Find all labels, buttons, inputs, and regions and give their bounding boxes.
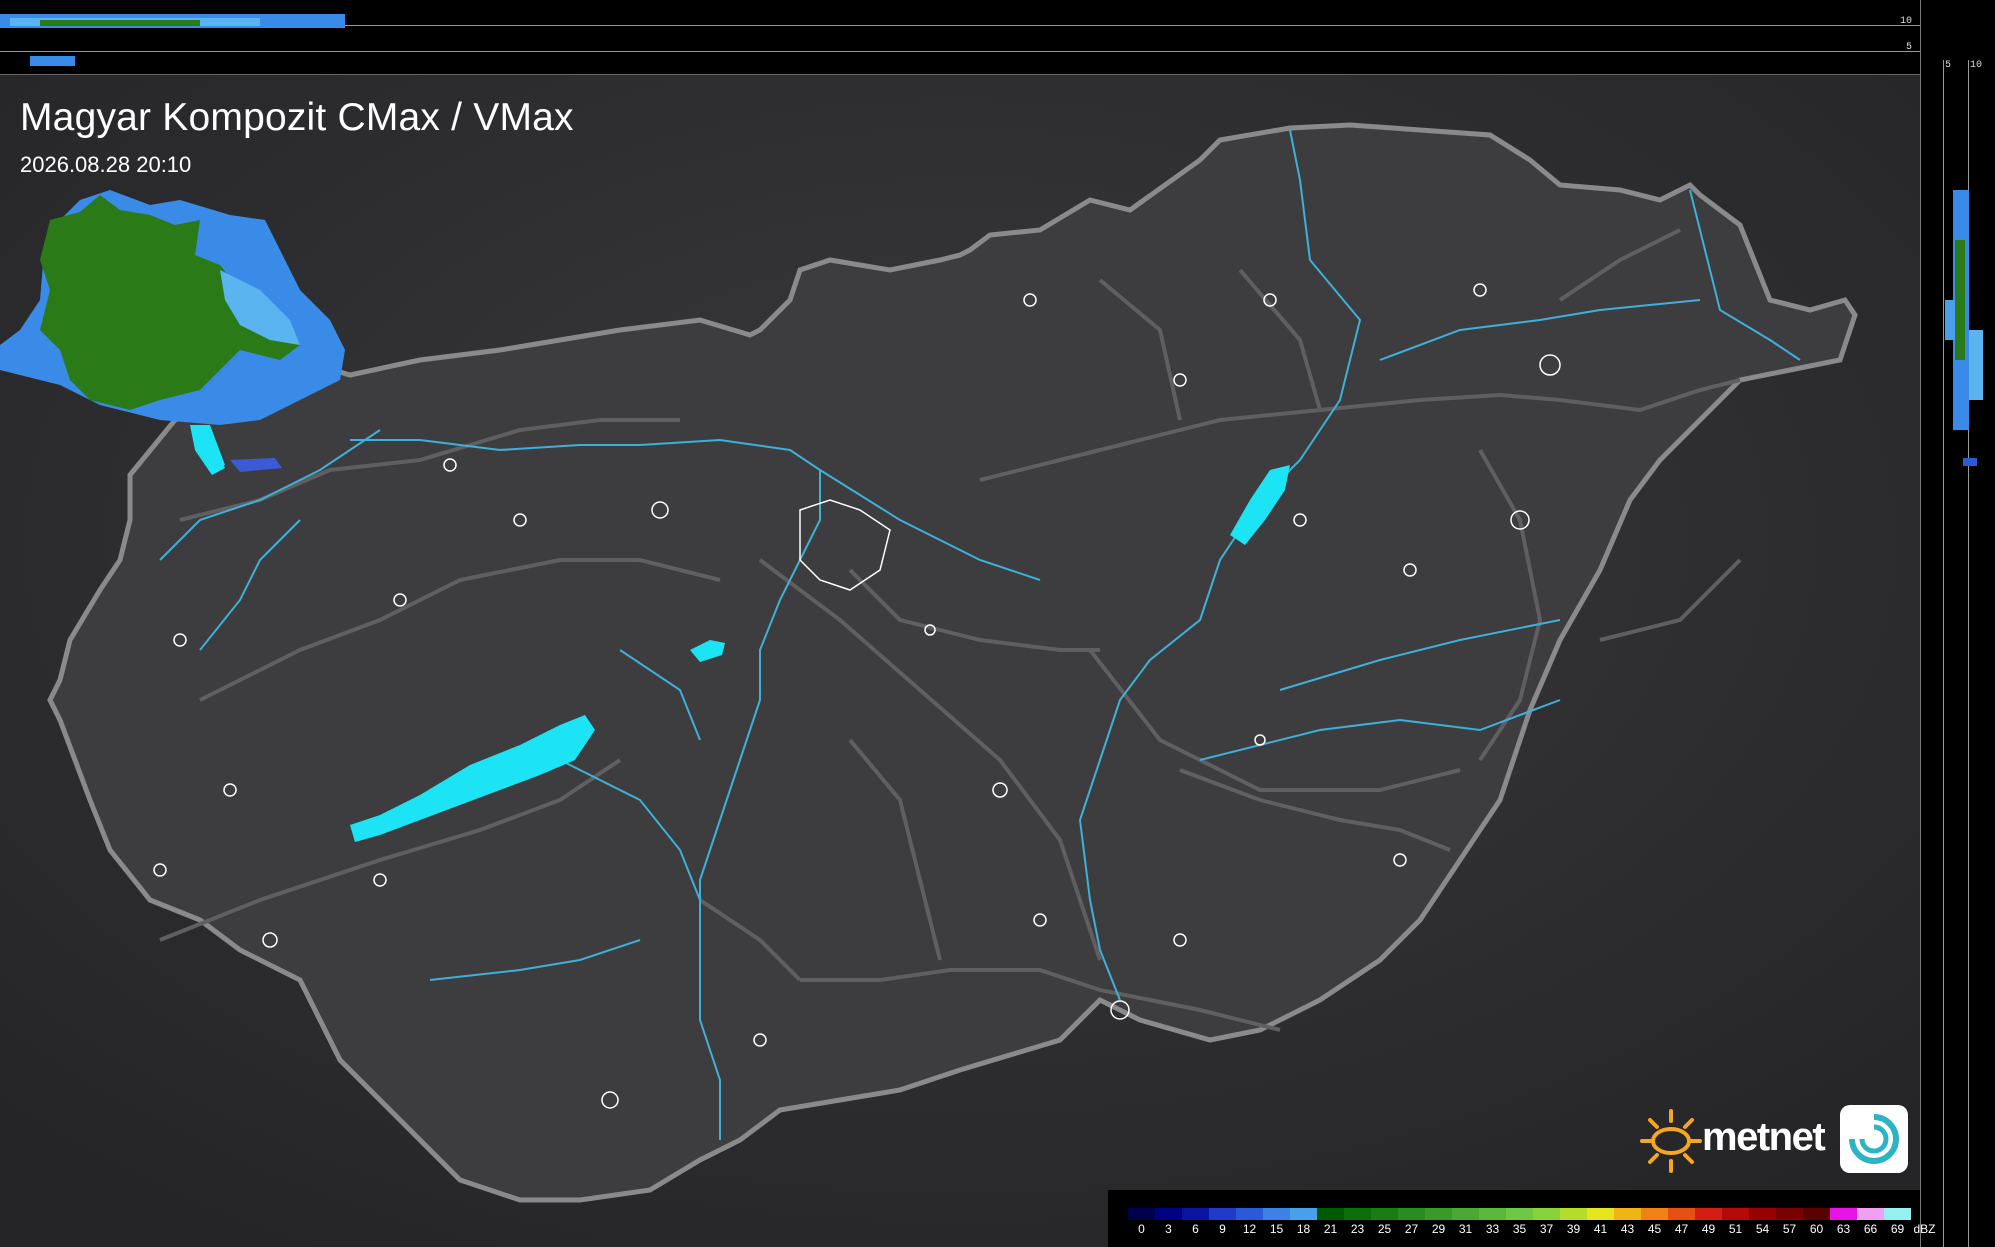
legend-label: 31 xyxy=(1458,1222,1473,1236)
legend-swatch xyxy=(1695,1208,1722,1220)
legend-label: 51 xyxy=(1728,1222,1743,1236)
legend-swatch xyxy=(1506,1208,1533,1220)
top-profile-strip: 10 5 xyxy=(0,0,1920,75)
legend-label: 66 xyxy=(1863,1222,1878,1236)
legend-swatch xyxy=(1398,1208,1425,1220)
legend-label: 21 xyxy=(1323,1222,1338,1236)
legend-label: 57 xyxy=(1782,1222,1797,1236)
legend-swatch xyxy=(1884,1208,1911,1220)
legend-swatch xyxy=(1425,1208,1452,1220)
top-tick-label: 5 xyxy=(1905,42,1912,53)
top-tick-label: 10 xyxy=(1899,16,1912,27)
legend-label: 54 xyxy=(1755,1222,1770,1236)
legend-label: 47 xyxy=(1674,1222,1689,1236)
legend-swatch xyxy=(1344,1208,1371,1220)
legend-swatch xyxy=(1722,1208,1749,1220)
legend-label: 43 xyxy=(1620,1222,1635,1236)
legend-label: 23 xyxy=(1350,1222,1365,1236)
legend-swatch xyxy=(1614,1208,1641,1220)
legend-label: 41 xyxy=(1593,1222,1608,1236)
legend-swatch xyxy=(1587,1208,1614,1220)
legend-label: 6 xyxy=(1192,1222,1199,1236)
legend-label: 0 xyxy=(1138,1222,1145,1236)
legend-swatch xyxy=(1209,1208,1236,1220)
legend-swatch xyxy=(1479,1208,1506,1220)
map-title: Magyar Kompozit CMax / VMax xyxy=(20,96,574,139)
legend-label: 35 xyxy=(1512,1222,1527,1236)
legend-label: 27 xyxy=(1404,1222,1419,1236)
legend-swatch xyxy=(1668,1208,1695,1220)
legend-swatch xyxy=(1182,1208,1209,1220)
legend-label: 69 xyxy=(1890,1222,1905,1236)
legend-swatch xyxy=(1317,1208,1344,1220)
legend-label: 63 xyxy=(1836,1222,1851,1236)
radar-viewer: 10 5 5 10 Magyar Kompozit CMax / VMax 20… xyxy=(0,0,1995,1247)
legend-label: 29 xyxy=(1431,1222,1446,1236)
legend-swatch xyxy=(1371,1208,1398,1220)
legend-swatch xyxy=(1155,1208,1182,1220)
legend-label: 39 xyxy=(1566,1222,1581,1236)
legend-label: 12 xyxy=(1242,1222,1257,1236)
legend-swatch xyxy=(1749,1208,1776,1220)
legend-label: 49 xyxy=(1701,1222,1716,1236)
legend-swatch xyxy=(1641,1208,1668,1220)
legend-swatch xyxy=(1830,1208,1857,1220)
map-datetime: 2026.08.28 20:10 xyxy=(20,152,192,177)
legend-label: 15 xyxy=(1269,1222,1284,1236)
omsz-logo-icon xyxy=(1840,1105,1908,1173)
legend-swatch xyxy=(1290,1208,1317,1220)
legend-label: 25 xyxy=(1377,1222,1392,1236)
legend-label: 60 xyxy=(1809,1222,1824,1236)
legend-swatch xyxy=(1263,1208,1290,1220)
legend-swatch xyxy=(1128,1208,1155,1220)
right-profile-echo xyxy=(1945,190,1983,466)
legend-swatch xyxy=(1776,1208,1803,1220)
legend-labels: 0 3 6 9 12 15 18 21 23 25 27 29 31 33 35 37 39 41 43 45 47 49… xyxy=(1128,1222,1938,1240)
legend-swatch xyxy=(1452,1208,1479,1220)
legend-swatch xyxy=(1857,1208,1884,1220)
right-profile-strip: 5 10 xyxy=(1920,0,1995,1247)
logo-wordmark: metnet xyxy=(1702,1115,1826,1159)
metnet-logo: metnet xyxy=(1636,1105,1908,1177)
dbz-legend: 0 3 6 9 12 15 18 21 23 25 27 29 31 33 35 37 39 41 43 45 47 49… xyxy=(1108,1190,1936,1247)
map-canvas xyxy=(0,75,1920,1247)
top-profile-echo xyxy=(0,14,345,66)
radar-map[interactable]: Magyar Kompozit CMax / VMax 2026.08.28 2… xyxy=(0,75,1920,1247)
legend-swatch xyxy=(1236,1208,1263,1220)
legend-label: 3 xyxy=(1165,1222,1172,1236)
legend-unit: dBZ xyxy=(1913,1222,1936,1236)
legend-swatch xyxy=(1560,1208,1587,1220)
legend-label: 33 xyxy=(1485,1222,1500,1236)
legend-swatch xyxy=(1533,1208,1560,1220)
legend-color-bar xyxy=(1128,1208,1911,1220)
legend-label: 18 xyxy=(1296,1222,1311,1236)
legend-label: 45 xyxy=(1647,1222,1662,1236)
legend-swatch xyxy=(1803,1208,1830,1220)
sun-icon xyxy=(1640,1109,1702,1173)
legend-label: 9 xyxy=(1219,1222,1226,1236)
legend-label: 37 xyxy=(1539,1222,1554,1236)
